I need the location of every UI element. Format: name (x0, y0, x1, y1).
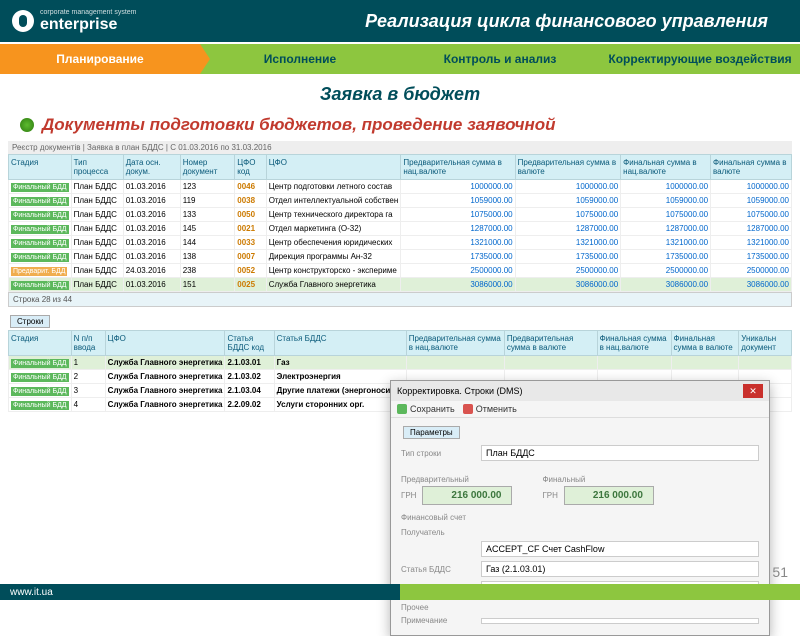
col-header[interactable]: Стадия (9, 331, 72, 356)
tab-correction[interactable]: Корректирующие воздействия (600, 44, 800, 74)
close-icon[interactable]: ✕ (743, 384, 763, 398)
item-field[interactable]: Газ (2.1.03.01) (481, 561, 759, 577)
logo-icon (12, 10, 34, 32)
col-header[interactable]: Предварительная сумма в валюте (504, 331, 597, 356)
logo: corporate management system enterprise (12, 9, 137, 34)
col-header[interactable]: Статья БДДС (274, 331, 406, 356)
status-bar: Строка 28 из 44 (8, 292, 792, 307)
section-title: Документы подготовки бюджетов, проведени… (42, 115, 556, 135)
logo-text: enterprise (40, 16, 137, 34)
table-row[interactable]: Финальный БДДПлан БДДС01.03.20161230046Ц… (9, 180, 792, 194)
page-number: 51 (772, 564, 788, 580)
tab-execution[interactable]: Исполнение (200, 44, 400, 74)
currency-label: ГРН (542, 491, 557, 500)
recipient-group: Получатель (401, 528, 759, 537)
subtitle: Заявка в бюджет (0, 74, 800, 115)
recipient-field[interactable]: ACCEPT_CF Счет CashFlow (481, 541, 759, 557)
tab-planning[interactable]: Планирование (0, 44, 200, 74)
item-label: Статья БДДС (401, 565, 481, 574)
tab-params[interactable]: Параметры (403, 426, 460, 439)
finacc-label: Финансовый счет (401, 513, 481, 522)
fin-amount[interactable]: 216 000.00 (564, 486, 654, 505)
check-icon (397, 404, 407, 414)
col-header[interactable]: Предварительная сумма в валюте (515, 155, 621, 180)
col-header[interactable]: Финальная сумма в валюте (671, 331, 739, 356)
col-header[interactable]: Стадия (9, 155, 72, 180)
type-field[interactable]: План БДДС (481, 445, 759, 461)
col-header[interactable]: Финальная сумма в валюте (711, 155, 792, 180)
table-row[interactable]: Финальный БДДПлан БДДС01.03.20161330050Ц… (9, 208, 792, 222)
col-header[interactable]: Тип процесса (71, 155, 123, 180)
bullet-icon (20, 118, 34, 132)
phase-tabs: Планирование Исполнение Контроль и анали… (0, 44, 800, 74)
currency-label: ГРН (401, 491, 416, 500)
col-header[interactable]: Финальная сумма в нац.валюте (621, 155, 711, 180)
table-row[interactable]: Финальный БДДПлан БДДС01.03.20161450021О… (9, 222, 792, 236)
table-row[interactable]: Финальный БДДПлан БДДС01.03.20161440033Ц… (9, 236, 792, 250)
logo-subtitle: corporate management system (40, 9, 137, 16)
dialog-title: Корректировка. Строки (DMS) (397, 386, 522, 396)
col-header[interactable]: Статья БДДС код (225, 331, 274, 356)
cancel-button[interactable]: Отменить (463, 404, 517, 414)
col-header[interactable]: Дата осн. докум. (123, 155, 180, 180)
section-header: Документы подготовки бюджетов, проведени… (0, 115, 800, 141)
table-row[interactable]: Финальный БДДПлан БДДС01.03.20161510025С… (9, 278, 792, 292)
breadcrumb: Реєстр документів | Заявка в план БДДС |… (8, 141, 792, 154)
table-row[interactable]: Финальный БДДПлан БДДС01.03.20161190038О… (9, 194, 792, 208)
header: corporate management system enterprise Р… (0, 0, 800, 42)
col-header[interactable]: N п/п ввода (71, 331, 105, 356)
pre-amount[interactable]: 216 000.00 (422, 486, 512, 505)
page-title: Реализация цикла финансового управления (137, 11, 789, 32)
col-header[interactable]: Предварительная сумма в нац.валюте (406, 331, 504, 356)
col-header[interactable]: ЦФО код (235, 155, 266, 180)
note-label: Примечание (401, 616, 481, 625)
table-row[interactable]: Предварит. БДДПлан БДДС24.03.20162380052… (9, 264, 792, 278)
col-header[interactable]: Финальная сумма в нац.валюте (597, 331, 671, 356)
col-header[interactable]: Номер документ (180, 155, 235, 180)
type-label: Тип строки (401, 449, 481, 458)
table-row[interactable]: Финальный БДДПлан БДДС01.03.20161380007Д… (9, 250, 792, 264)
col-header[interactable]: Уникальн документ (739, 331, 792, 356)
pre-label: Предварительный (401, 475, 512, 484)
col-header[interactable]: ЦФО (105, 331, 225, 356)
documents-table[interactable]: СтадияТип процессаДата осн. докум.Номер … (8, 154, 792, 292)
other-group: Прочее (401, 603, 759, 612)
note-field[interactable] (481, 618, 759, 624)
col-header[interactable]: Предварительная сумма в нац.валюте (401, 155, 515, 180)
footer: www.it.ua (0, 584, 800, 600)
save-button[interactable]: Сохранить (397, 404, 455, 414)
cross-icon (463, 404, 473, 414)
table-row[interactable]: Финальный БДД1Служба Главного энергетика… (9, 356, 792, 370)
col-header[interactable]: ЦФО (266, 155, 401, 180)
tab-lines[interactable]: Строки (10, 315, 50, 328)
tab-control[interactable]: Контроль и анализ (400, 44, 600, 74)
footer-url: www.it.ua (10, 587, 53, 598)
fin-label: Финальный (542, 475, 653, 484)
